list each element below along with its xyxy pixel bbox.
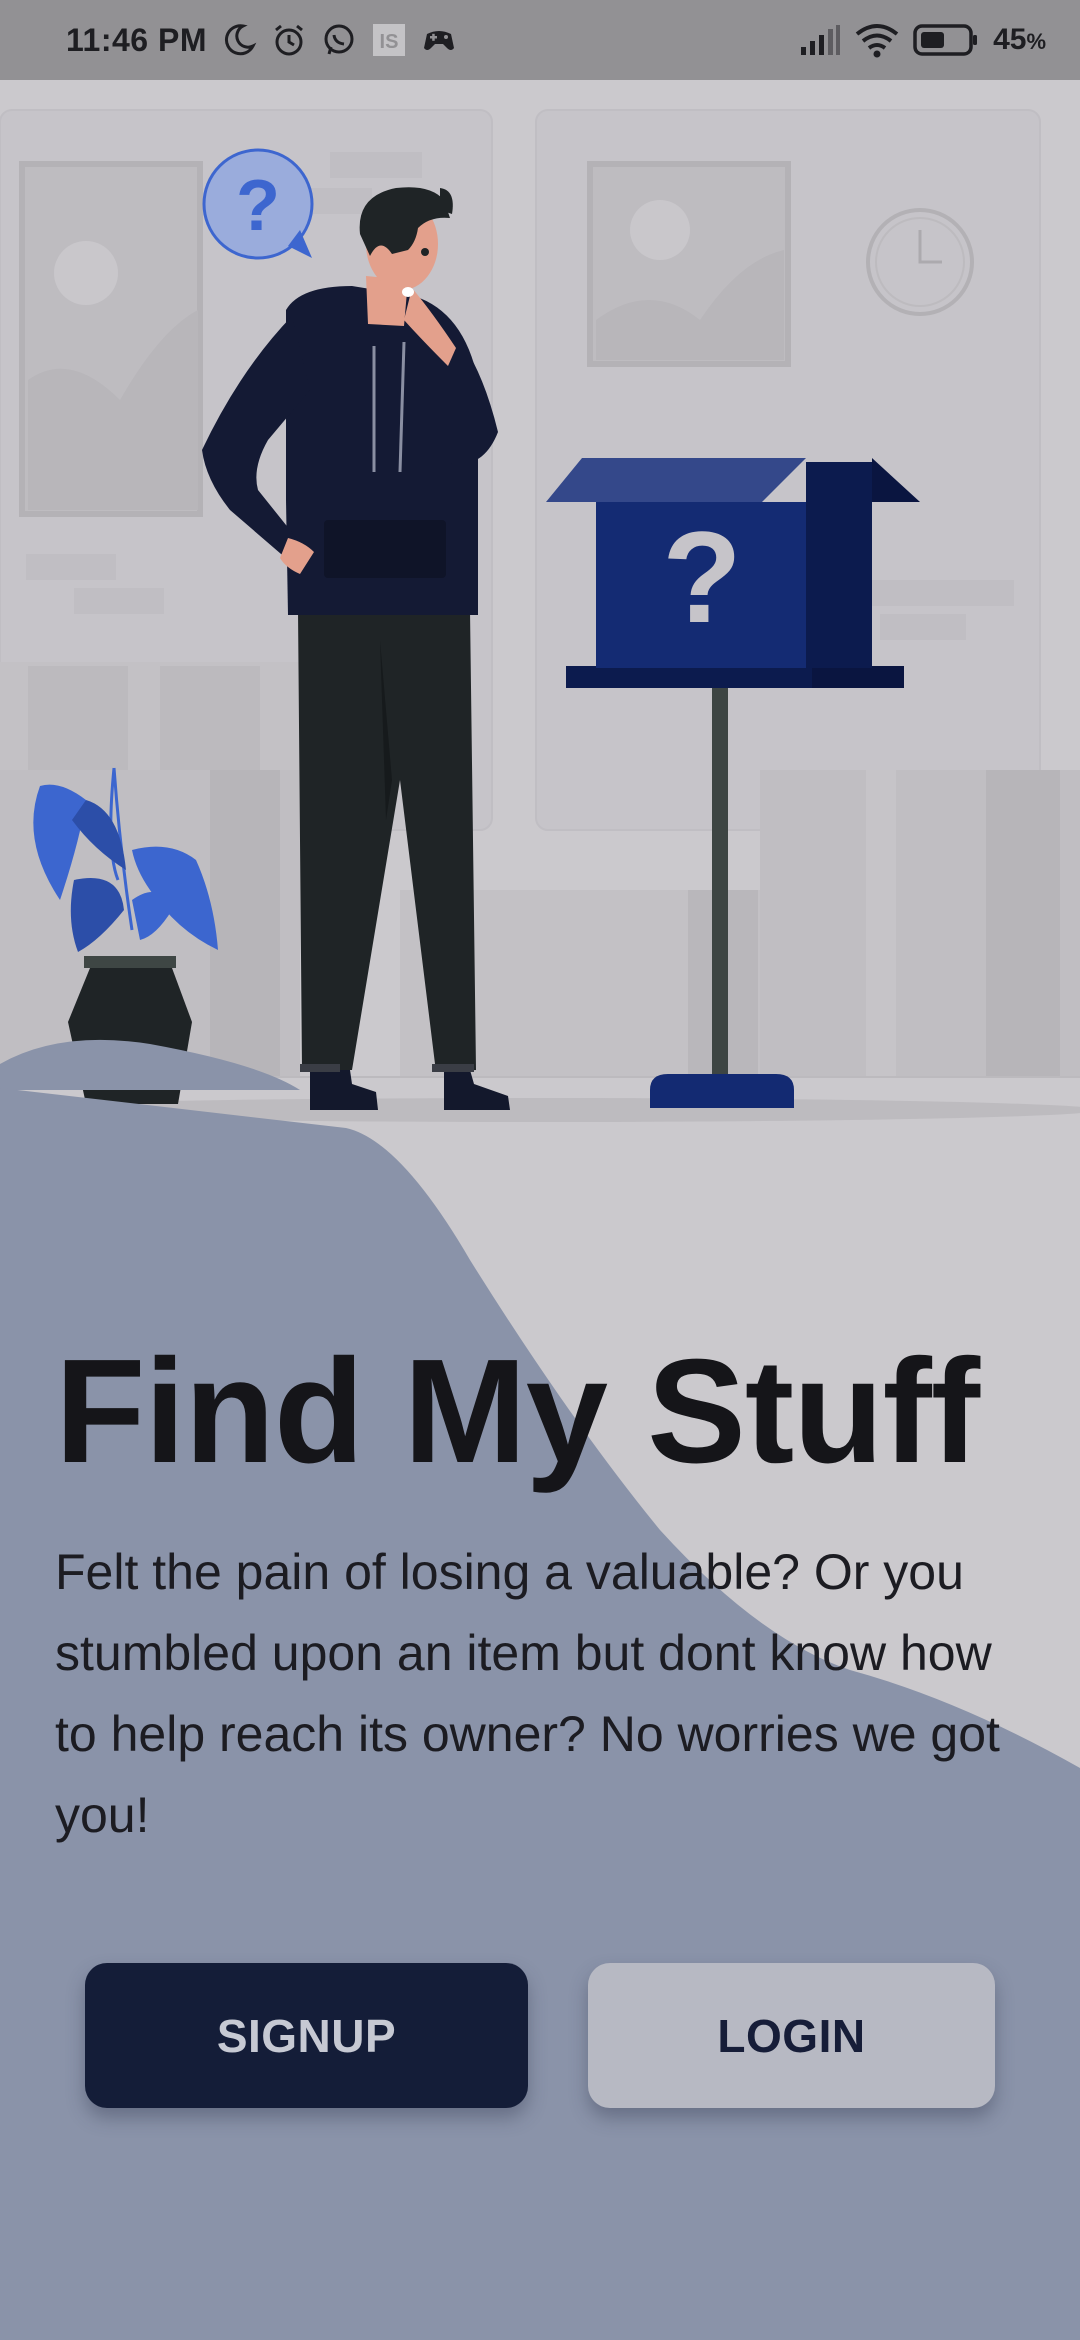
login-button[interactable]: LOGIN <box>588 1963 995 2108</box>
status-bar: 11:46 PM IS 45% <box>0 0 1080 80</box>
is-app-icon: IS <box>371 22 407 58</box>
game-controller-icon <box>421 22 457 58</box>
signup-button[interactable]: SIGNUP <box>85 1963 528 2108</box>
wifi-icon <box>855 22 899 58</box>
signal-icon <box>799 23 841 57</box>
alarm-icon <box>271 22 307 58</box>
whatsapp-icon <box>321 22 357 58</box>
battery-icon <box>913 23 979 57</box>
battery-unit: % <box>1026 29 1046 54</box>
status-right: 45% <box>799 22 1046 58</box>
battery-value: 45 <box>993 23 1027 56</box>
status-left: 11:46 PM IS <box>66 22 457 59</box>
main-content: Find My Stuff Felt the pain of losing a … <box>0 0 1080 2340</box>
battery-percentage: 45% <box>993 23 1046 57</box>
app-description: Felt the pain of losing a valuable? Or y… <box>55 1544 1000 1843</box>
svg-text:IS: IS <box>380 31 399 53</box>
app-title: Find My Stuff <box>55 1329 980 1494</box>
status-time: 11:46 PM <box>66 21 207 58</box>
moon-icon <box>221 22 257 58</box>
